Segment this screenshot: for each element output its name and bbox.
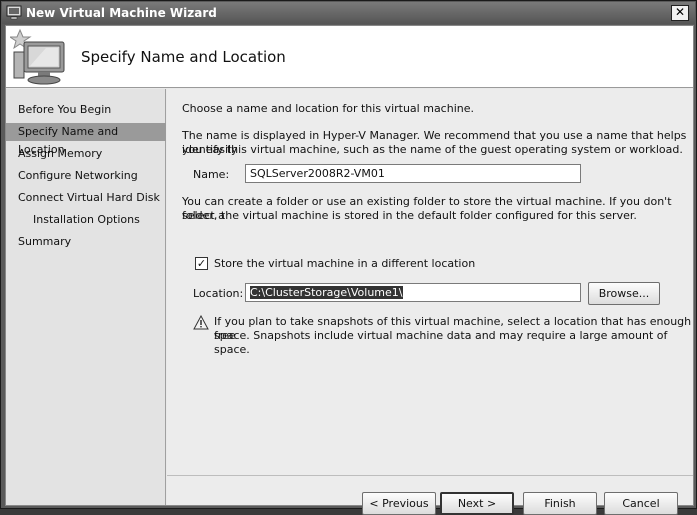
browse-button[interactable]: Browse... xyxy=(588,282,660,305)
name-label: Name: xyxy=(193,168,230,181)
next-button[interactable]: Next > xyxy=(440,492,514,515)
finish-button[interactable]: Finish xyxy=(523,492,597,515)
store-different-location-checkbox[interactable]: ✓ xyxy=(195,257,208,270)
folder-description-line-2: folder, the virtual machine is stored in… xyxy=(182,209,637,222)
location-value: C:\ClusterStorage\Volume1\ xyxy=(250,286,403,299)
hyper-v-icon xyxy=(6,5,22,20)
name-description-line-2: identify this virtual machine, such as t… xyxy=(182,143,683,156)
sidebar-item-assign-memory[interactable]: Assign Memory xyxy=(6,145,166,163)
cancel-button[interactable]: Cancel xyxy=(604,492,678,515)
wizard-window: New Virtual Machine Wizard ✕ Specify Nam… xyxy=(0,0,697,515)
sidebar-item-connect-virtual-hard-disk[interactable]: Connect Virtual Hard Disk xyxy=(6,189,166,207)
intro-text: Choose a name and location for this virt… xyxy=(182,102,474,115)
location-field[interactable]: C:\ClusterStorage\Volume1\ xyxy=(245,283,581,302)
window-title: New Virtual Machine Wizard xyxy=(26,6,217,20)
sidebar-item-installation-options[interactable]: Installation Options xyxy=(6,211,166,229)
sidebar-item-summary[interactable]: Summary xyxy=(6,233,166,251)
warning-icon xyxy=(193,315,209,330)
wizard-steps-sidebar: Before You Begin Specify Name and Locati… xyxy=(6,89,166,505)
sidebar-item-configure-networking[interactable]: Configure Networking xyxy=(6,167,166,185)
sidebar-item-before-you-begin[interactable]: Before You Begin xyxy=(6,101,166,119)
title-bar[interactable]: New Virtual Machine Wizard ✕ xyxy=(2,2,695,24)
virtual-machine-icon xyxy=(10,28,65,85)
location-label: Location: xyxy=(193,287,244,300)
wizard-header: Specify Name and Location xyxy=(6,26,693,88)
sidebar-item-specify-name-and-location[interactable]: Specify Name and Location xyxy=(6,123,166,156)
wizard-content: Choose a name and location for this virt… xyxy=(167,89,693,515)
wizard-client: Specify Name and Location Before You Beg… xyxy=(5,25,694,515)
store-different-location-label[interactable]: Store the virtual machine in a different… xyxy=(214,257,475,270)
name-field[interactable]: SQLServer2008R2-VM01 xyxy=(245,164,581,183)
snapshot-warning-line-2: space. Snapshots include virtual machine… xyxy=(214,329,668,356)
previous-button[interactable]: < Previous xyxy=(362,492,436,515)
close-button[interactable]: ✕ xyxy=(671,5,689,21)
page-title: Specify Name and Location xyxy=(81,48,286,66)
footer-separator xyxy=(167,475,693,476)
